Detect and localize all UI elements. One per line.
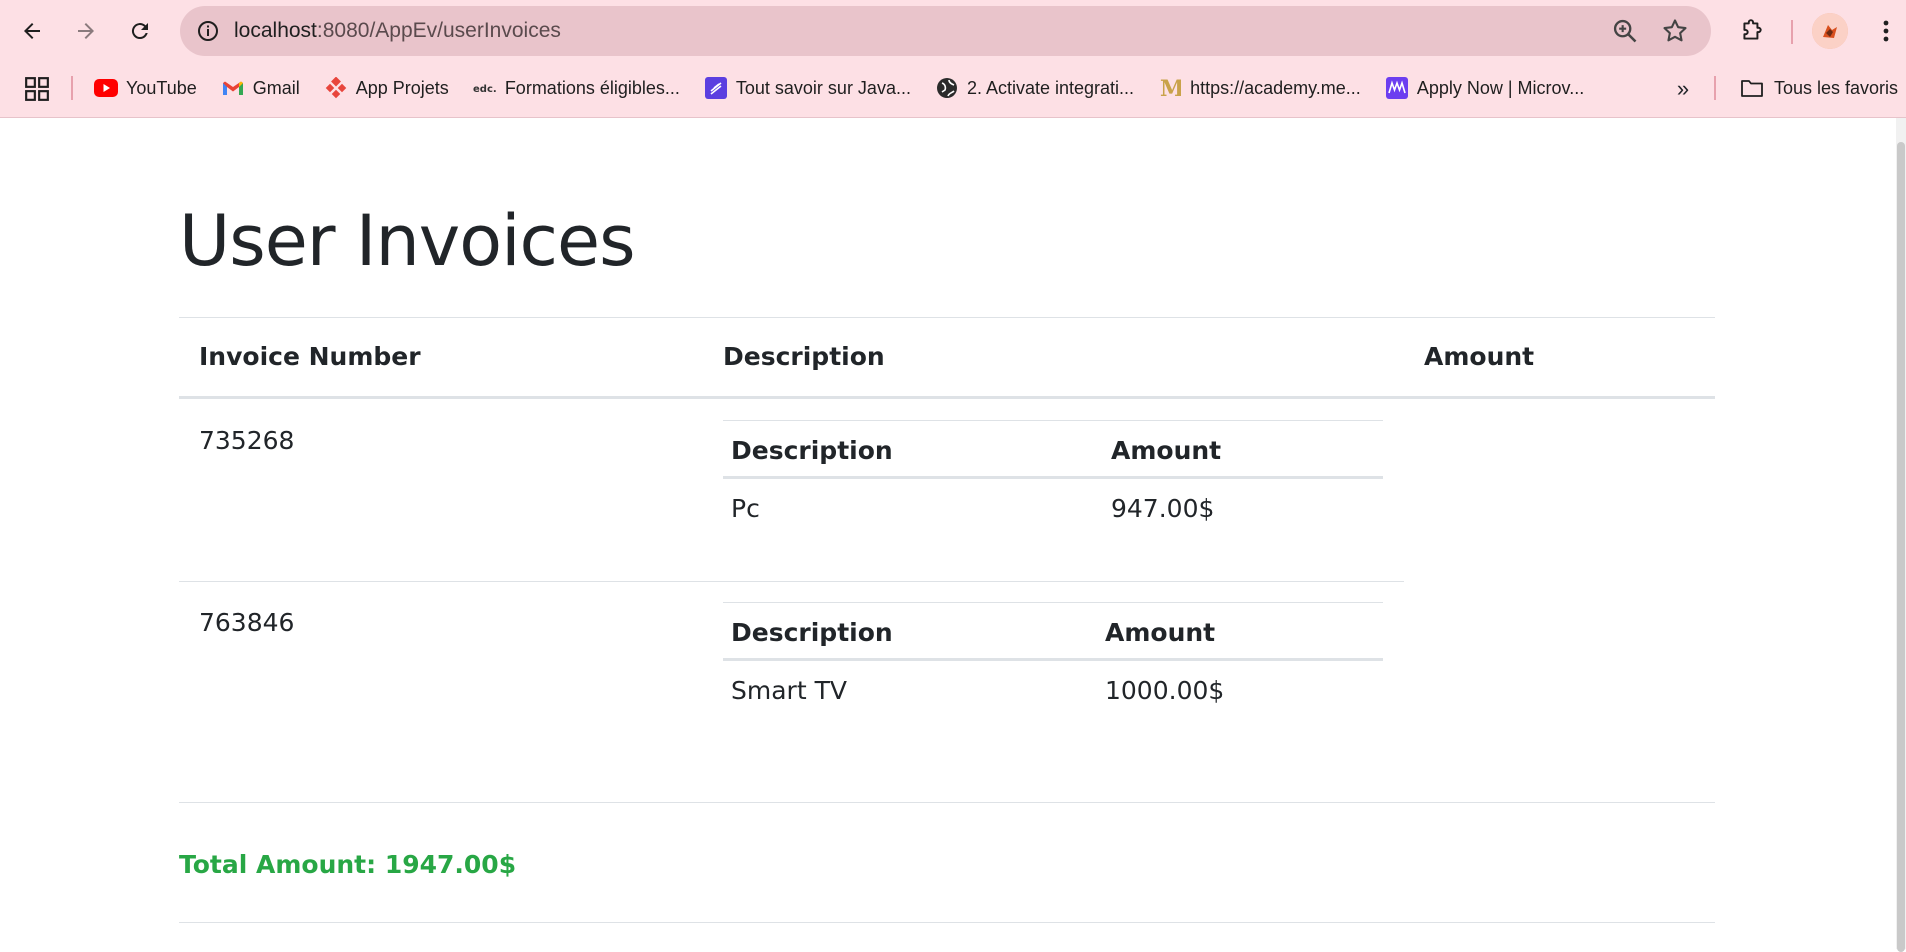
bookmark-label: Formations éligibles... bbox=[504, 77, 680, 98]
scrollbar-thumb[interactable] bbox=[1897, 142, 1905, 952]
table-top-border bbox=[179, 317, 1715, 318]
total-amount: Total Amount: 1947.00$ bbox=[179, 850, 517, 879]
globe-icon bbox=[935, 76, 959, 100]
edc-icon: edc. bbox=[473, 76, 497, 100]
page-title: User Invoices bbox=[179, 200, 636, 282]
browser-toolbar: localhost:8080/AppEv/userInvoices bbox=[0, 0, 1906, 62]
apps-grid-icon[interactable] bbox=[24, 76, 50, 102]
gmail-icon bbox=[221, 76, 245, 100]
column-header-amount: Amount bbox=[1424, 342, 1535, 371]
puzzle-icon bbox=[1743, 19, 1762, 40]
item-amount: 947.00$ bbox=[1111, 494, 1215, 523]
bookmarks-bar: YouTube Gmail App Projets edc. Formation… bbox=[0, 68, 1906, 108]
bookmark-label: Apply Now | Microv... bbox=[1416, 77, 1585, 98]
item-description: Smart TV bbox=[731, 676, 847, 705]
invoice-number: 735268 bbox=[199, 426, 295, 455]
column-header-description: Description bbox=[723, 342, 885, 371]
bookmark-youtube[interactable]: YouTube bbox=[94, 71, 207, 105]
items-table-top-border bbox=[723, 420, 1383, 421]
table-bottom-border bbox=[179, 802, 1715, 803]
bookmark-label: Tout savoir sur Java... bbox=[735, 77, 911, 98]
youtube-icon bbox=[94, 76, 118, 100]
extensions-button[interactable] bbox=[1734, 13, 1770, 49]
item-amount: 1000.00$ bbox=[1105, 676, 1225, 705]
invoice-number: 763846 bbox=[199, 608, 295, 637]
microverse-icon bbox=[1385, 76, 1409, 100]
url-host: localhost bbox=[234, 19, 317, 42]
reload-button[interactable] bbox=[120, 11, 160, 51]
all-bookmarks-label: Tous les favoris bbox=[1774, 77, 1899, 98]
bookmark-app-projets[interactable]: App Projets bbox=[324, 71, 459, 105]
bookmarks-separator bbox=[71, 76, 73, 100]
bookmark-list: YouTube Gmail App Projets edc. Formation… bbox=[94, 68, 1608, 108]
svg-text:M: M bbox=[1160, 77, 1181, 99]
url-path: :8080/AppEv/userInvoices bbox=[316, 19, 561, 42]
bookmark-label: Gmail bbox=[252, 77, 300, 98]
more-bookmarks-button[interactable]: » bbox=[1668, 74, 1698, 104]
bookmark-apply-now[interactable]: Apply Now | Microv... bbox=[1385, 71, 1594, 105]
bookmark-gmail[interactable]: Gmail bbox=[221, 71, 310, 105]
bookmark-label: https://academy.me... bbox=[1190, 77, 1361, 98]
items-header-description: Description bbox=[731, 618, 893, 647]
bookmark-java[interactable]: Tout savoir sur Java... bbox=[704, 71, 921, 105]
profile-fox-icon bbox=[1812, 13, 1848, 49]
items-header-description: Description bbox=[731, 436, 893, 465]
reload-icon bbox=[131, 23, 148, 40]
forward-button[interactable] bbox=[66, 11, 106, 51]
column-header-invoice-number: Invoice Number bbox=[199, 342, 421, 371]
total-bottom-border bbox=[179, 922, 1715, 923]
items-header-amount: Amount bbox=[1105, 618, 1216, 647]
items-header-amount: Amount bbox=[1111, 436, 1222, 465]
bookmark-label: App Projets bbox=[355, 77, 449, 98]
bookmark-label: 2. Activate integrati... bbox=[966, 77, 1135, 98]
page-content: User Invoices Invoice Number Description… bbox=[0, 118, 1906, 952]
url-text: localhost:8080/AppEv/userInvoices bbox=[234, 6, 561, 56]
item-description: Pc bbox=[731, 494, 760, 523]
profile-avatar[interactable] bbox=[1812, 13, 1848, 49]
bookmark-activate[interactable]: 2. Activate integrati... bbox=[935, 71, 1144, 105]
address-bar[interactable]: localhost:8080/AppEv/userInvoices bbox=[180, 6, 1711, 56]
kebab-menu-icon bbox=[1883, 20, 1889, 42]
back-button[interactable] bbox=[12, 11, 52, 51]
bookmark-academy[interactable]: M https://academy.me... bbox=[1158, 71, 1371, 105]
site-info-icon[interactable] bbox=[192, 15, 224, 47]
java-site-icon bbox=[704, 76, 728, 100]
items-header-border bbox=[723, 658, 1383, 661]
bookmark-formations[interactable]: edc. Formations éligibles... bbox=[473, 71, 690, 105]
arrow-left-icon bbox=[24, 23, 40, 39]
items-table-top-border bbox=[723, 602, 1383, 603]
items-header-border bbox=[723, 476, 1383, 479]
page-scrollbar[interactable] bbox=[1896, 118, 1906, 952]
bookmark-star-icon[interactable] bbox=[1661, 17, 1689, 45]
svg-text:edc.: edc. bbox=[473, 84, 497, 95]
browser-menu-button[interactable] bbox=[1868, 13, 1904, 49]
toolbar-separator bbox=[1791, 20, 1793, 44]
table-header-border bbox=[179, 396, 1715, 399]
folder-icon bbox=[1741, 80, 1763, 97]
bookmarks-separator bbox=[1714, 76, 1716, 100]
row-divider bbox=[179, 581, 1404, 582]
zoom-icon[interactable] bbox=[1611, 17, 1639, 45]
bookmark-label: YouTube bbox=[126, 77, 197, 98]
arrow-right-icon bbox=[78, 23, 94, 39]
app-projets-icon bbox=[324, 76, 348, 100]
browser-chrome: localhost:8080/AppEv/userInvoices YouTub… bbox=[0, 0, 1906, 118]
academy-icon: M bbox=[1158, 76, 1182, 100]
all-bookmarks-folder[interactable]: Tous les favoris bbox=[1740, 68, 1898, 108]
